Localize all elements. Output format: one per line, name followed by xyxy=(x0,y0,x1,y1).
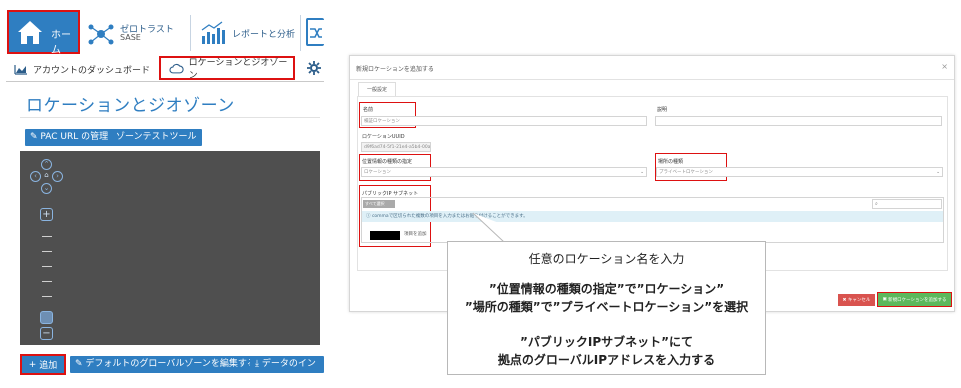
nav-reports-label: レポートと分析 xyxy=(232,30,296,40)
modal-title: 新規ロケーションを追加する xyxy=(356,66,434,73)
redacted-ip xyxy=(370,231,400,240)
location-type-select[interactable]: ロケーション ⌄ xyxy=(361,167,647,177)
tab-dashboard[interactable]: アカウントのダッシュボード xyxy=(14,60,150,78)
gear-icon[interactable] xyxy=(307,61,321,75)
nav-divider xyxy=(190,15,191,51)
zoom-tick xyxy=(42,281,52,282)
home-small-icon[interactable]: ⌂ xyxy=(41,171,52,182)
place-type-value: プライベートロケーション xyxy=(659,170,713,175)
title-divider xyxy=(20,117,320,118)
tab-locations[interactable]: ロケーションとジオゾーン xyxy=(159,56,295,81)
uuid-label: ロケーションUUID xyxy=(362,134,405,140)
data-import-label: データのイン xyxy=(261,359,316,369)
search-icon: ⌕ xyxy=(875,201,878,207)
cancel-button-label: キャンセル xyxy=(847,298,871,303)
edit-default-zone-button[interactable]: ✎ デフォルトのグローバルゾーンを編集する xyxy=(70,356,261,373)
subnet-label: パブリックIP サブネット xyxy=(362,191,419,197)
location-type-value: ロケーション xyxy=(364,170,391,175)
chart-icon xyxy=(201,21,225,44)
callout-line-4: ”パブリックIPサブネット”にて xyxy=(519,335,694,349)
place-type-select[interactable]: プライベートロケーション ⌄ xyxy=(656,167,943,177)
place-type-label: 場所の種類 xyxy=(658,159,684,165)
tab-dashboard-label: アカウントのダッシュボード xyxy=(33,65,151,76)
network-icon xyxy=(88,24,114,45)
cloud-icon xyxy=(169,63,184,73)
chevron-down-icon: ⌄ xyxy=(640,170,644,175)
zoom-out-icon[interactable]: − xyxy=(40,327,53,340)
tab-locations-label: ロケーションとジオゾーン xyxy=(188,58,288,81)
pac-url-button[interactable]: ✎ PAC URL の管理 xyxy=(25,129,114,146)
pac-url-button-label: PAC URL の管理 xyxy=(40,132,109,142)
add-button[interactable]: + 追加 xyxy=(20,354,66,375)
area-chart-icon xyxy=(14,64,27,75)
callout-line-3: ”場所の種類”で”プライベートロケーション”を選択 xyxy=(464,300,749,314)
info-icon: ⓘ xyxy=(366,214,371,219)
home-tab[interactable]: ホーム xyxy=(7,10,80,56)
close-icon[interactable]: × xyxy=(941,62,948,71)
pan-left-icon[interactable]: ‹ xyxy=(30,171,41,182)
nav-zerotrust[interactable]: ゼロトラスト SASE xyxy=(86,16,186,50)
add-button-label: 追加 xyxy=(39,361,58,371)
nav-zerotrust-sub: SASE xyxy=(120,33,141,42)
data-import-button[interactable]: ⤓ データのイン xyxy=(250,356,324,373)
close-icon: ✖ xyxy=(842,297,847,303)
callout-line-2: ”位置情報の種類の指定”で”ロケーション” xyxy=(488,282,725,296)
annotation-callout: 任意のロケーション名を入力 ”位置情報の種類の指定”で”ロケーション” ”場所の… xyxy=(447,241,766,375)
download-icon: ⤓ xyxy=(255,359,259,369)
add-item-link[interactable]: 項目を追加 xyxy=(404,231,427,237)
pan-right-icon[interactable]: › xyxy=(52,171,63,182)
nav-reports[interactable]: レポートと分析 xyxy=(198,16,298,50)
callout-line-5: 拠点のグローバルIPアドレスを入力する xyxy=(497,353,716,367)
pencil-icon: ✎ xyxy=(30,132,38,142)
callout-line-1: 任意のロケーション名を入力 xyxy=(528,252,685,266)
zoom-tick xyxy=(42,296,52,297)
subnet-search-input[interactable]: ⌕ xyxy=(872,199,942,209)
zoom-slider-handle[interactable] xyxy=(40,311,53,324)
location-type-label: 位置情報の種類の指定 xyxy=(362,159,413,165)
zone-test-button-label: ゾーンテストツール xyxy=(116,132,197,142)
zoom-tick xyxy=(42,266,52,267)
description-label: 説明 xyxy=(657,107,668,113)
chevron-down-icon: ⌄ xyxy=(936,170,940,175)
pencil-icon: ✎ xyxy=(75,359,83,369)
name-label: 名前 xyxy=(363,107,374,113)
zone-test-button[interactable]: ゾーンテストツール xyxy=(111,129,202,146)
name-input[interactable]: 検証ロケーション xyxy=(361,116,647,126)
callout-pointer xyxy=(472,212,548,243)
map-view[interactable]: ⌃ ‹ ⌂ › ⌄ + − xyxy=(20,151,320,345)
page-title: ロケーションとジオゾーン xyxy=(26,96,235,116)
cancel-button[interactable]: ✖ キャンセル xyxy=(838,294,875,306)
edit-default-zone-label: デフォルトのグローバルゾーンを編集する xyxy=(85,359,256,369)
zoom-in-icon[interactable]: + xyxy=(40,208,53,221)
pan-up-icon[interactable]: ⌃ xyxy=(41,159,52,170)
nav-more-item[interactable] xyxy=(306,18,324,46)
zoom-tick xyxy=(42,236,52,237)
submit-add-location-button[interactable]: ▣ 新規ロケーションを追加する xyxy=(877,292,952,307)
plus-icon: + xyxy=(28,359,37,370)
save-icon: ▣ xyxy=(882,297,887,302)
uuid-field: d9f6ad74-5f1-21e4-a5b4-00ae8057f1d8 xyxy=(361,142,431,152)
home-tab-label: ホーム xyxy=(51,30,71,56)
nav-divider xyxy=(300,15,301,51)
description-input[interactable] xyxy=(655,116,942,126)
info-row: ⓘ commaで区切られた複数の項目を入力またはお貼り付けることができます。 xyxy=(362,211,943,222)
modal-header: 新規ロケーションを追加する × xyxy=(350,56,954,80)
shuffle-icon xyxy=(310,28,322,38)
tab-general-settings[interactable]: 一般設定 xyxy=(358,82,396,96)
home-icon xyxy=(18,21,42,44)
pan-down-icon[interactable]: ⌄ xyxy=(41,183,52,194)
select-all-button[interactable]: すべて選択 xyxy=(363,200,395,208)
submit-button-label: 新規ロケーションを追加する xyxy=(888,297,947,303)
zoom-tick xyxy=(42,251,52,252)
